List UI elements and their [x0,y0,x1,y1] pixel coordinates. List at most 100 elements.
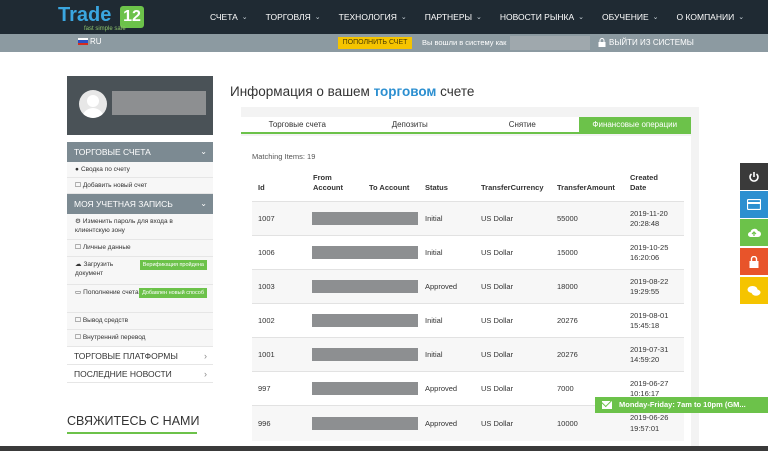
language-selector[interactable]: RU [78,37,102,46]
trade12-logo[interactable]: Trade 12 fast simple safe [58,4,148,32]
nav-item-education[interactable]: ОБУЧЕНИЕ ⌄ [602,12,659,22]
nav-item-technology[interactable]: ТЕХНОЛОГИЯ ⌄ [339,12,407,22]
cell-id: 1002 [258,316,275,325]
nav-label: ОБУЧЕНИЕ [602,12,649,22]
lock-icon [749,255,759,268]
logged-in-text: Вы вошли в систему как [422,38,507,47]
cell-time: 19:57:01 [630,424,660,433]
table-row[interactable]: 1001 Initial US Dollar 20276 2019-07-31 … [252,337,684,371]
sidebar-item-label: Изменить пароль для входа в клиентскую з… [75,218,173,234]
sidebar-item-label: ПОСЛЕДНИЕ НОВОСТИ [74,369,172,379]
cell-status: Approved [425,282,458,291]
avatar [79,90,107,118]
chevron-down-icon: ⌄ [200,199,207,208]
cell-amount: 20276 [557,316,578,325]
payment-button[interactable] [740,191,768,218]
sidebar-item-upload-document[interactable]: ☁ Загрузить документ Верификация пройдена [67,257,213,285]
nav-item-market-news[interactable]: НОВОСТИ РЫНКА ⌄ [500,12,584,22]
accounts-redacted [312,280,418,293]
chevron-down-icon: ⌄ [400,14,407,21]
cell-date: 2019-07-31 [630,345,669,354]
security-button[interactable] [740,248,768,275]
sidebar-item-news[interactable]: ПОСЛЕДНИЕ НОВОСТИ › [67,365,213,383]
sidebar-item-label: Пополнение счета [83,289,139,296]
cell-amount: 7000 [557,384,574,393]
cell-status: Approved [425,419,458,428]
cell-time: 19:29:55 [630,287,660,296]
accounts-redacted [312,246,418,259]
cell-amount: 18000 [557,282,578,291]
profile-card [67,76,213,135]
nav-item-partners[interactable]: ПАРТНЕРЫ ⌄ [425,12,482,22]
logo-tagline: fast simple safe [84,26,126,32]
sidebar-item-deposit[interactable]: ▭ Пополнение счета Добавлен новый способ [67,285,213,313]
square-icon: ☐ [75,334,81,341]
account-bar: RU ПОПОЛНИТЬ СЧЕТ Вы вошли в систему как… [0,34,768,52]
russia-flag-icon [78,38,88,45]
cloud-upload-icon [748,228,761,237]
nav-item-accounts[interactable]: СЧЕТА ⌄ [210,12,248,22]
deposit-button[interactable]: ПОПОЛНИТЬ СЧЕТ [338,37,412,49]
lock-icon [598,38,606,47]
chat-icon [747,285,761,296]
verification-badge: Верификация пройдена [139,260,207,270]
tab-withdrawals[interactable]: Снятие [466,117,579,132]
sidebar-header-label: ТОРГОВЫЕ СЧЕТА [74,147,151,157]
upload-button[interactable] [740,219,768,246]
gears-icon: ⚙ [75,218,81,225]
chevron-down-icon: ⌄ [652,14,659,21]
username-redacted [510,36,590,50]
sidebar-item-account-summary[interactable]: ● Сводка по счету [67,162,213,178]
credit-card-icon [747,199,761,210]
cell-amount: 55000 [557,214,578,223]
nav-label: НОВОСТИ РЫНКА [499,12,575,22]
chevron-down-icon: ⌄ [578,14,585,21]
table-row[interactable]: 1006 Initial US Dollar 15000 2019-10-25 … [252,235,684,269]
table-row[interactable]: 1007 Initial US Dollar 55000 2019-11-20 … [252,201,684,235]
nav-item-trading[interactable]: ТОРГОВЛЯ ⌄ [266,12,321,22]
sidebar-item-withdraw[interactable]: ☐ Вывод средств [67,313,213,330]
tab-deposits[interactable]: Депозиты [353,117,466,132]
sidebar-header-my-account[interactable]: МОЯ УЧЕТНАЯ ЗАПИСЬ ⌄ [67,194,213,214]
profile-name-redacted [112,91,206,115]
power-button[interactable] [740,163,768,190]
title-suffix: счете [440,84,475,99]
title-highlight: торговом [373,84,437,99]
sidebar-item-personal-data[interactable]: ☐ Личные данные [67,240,213,257]
column-header-from: From Account [313,173,343,193]
envelope-icon [602,401,612,409]
support-hours-tab[interactable]: Monday-Friday: 7am to 10pm (GM... [595,397,768,413]
power-icon [749,171,759,182]
cell-amount: 10000 [557,419,578,428]
sidebar-item-add-account[interactable]: ☐ Добавить новый счет [67,178,213,194]
nav-item-about[interactable]: О КОМПАНИИ ⌄ [677,12,745,22]
logout-link[interactable]: ВЫЙТИ ИЗ СИСТЕМЫ [598,38,694,47]
sidebar-item-platforms[interactable]: ТОРГОВЫЕ ПЛАТФОРМЫ › [67,347,213,365]
table-row[interactable]: 1002 Initial US Dollar 20276 2019-08-01 … [252,303,684,337]
bottom-strip [0,446,768,451]
cell-currency: US Dollar [481,248,514,257]
cell-date: 2019-06-26 [630,413,669,422]
tab-financial-operations[interactable]: Финансовые операции [578,117,691,132]
nav-label: ПАРТНЕРЫ [424,12,473,22]
nav-label: ТОРГОВЛЯ [265,12,311,22]
chat-button[interactable] [740,277,768,304]
logo-badge: 12 [120,6,144,28]
accounts-redacted [312,314,418,327]
contact-underline [67,432,197,434]
chevron-down-icon: ⌄ [314,14,321,21]
square-icon: ☐ [75,244,81,251]
sidebar-item-internal-transfer[interactable]: ☐ Внутренний перевод [67,330,213,347]
table-row[interactable]: 1003 Approved US Dollar 18000 2019-08-22… [252,269,684,303]
tab-trading-accounts[interactable]: Торговые счета [241,117,354,132]
nav-label: СЧЕТА [210,12,238,22]
matching-items-count: Matching Items: 19 [252,152,316,161]
cell-currency: US Dollar [481,419,514,428]
cell-amount: 15000 [557,248,578,257]
top-navigation-bar: Trade 12 fast simple safe СЧЕТА ⌄ ТОРГОВЛ… [0,0,768,34]
sidebar-item-change-password[interactable]: ⚙ Изменить пароль для входа в клиентскую … [67,214,213,240]
cell-status: Initial [425,316,443,325]
support-hours-text: Monday-Friday: 7am to 10pm (GM... [619,400,746,409]
cell-date: 2019-06-27 [630,379,669,388]
sidebar-header-trading-accounts[interactable]: ТОРГОВЫЕ СЧЕТА ⌄ [67,142,213,162]
